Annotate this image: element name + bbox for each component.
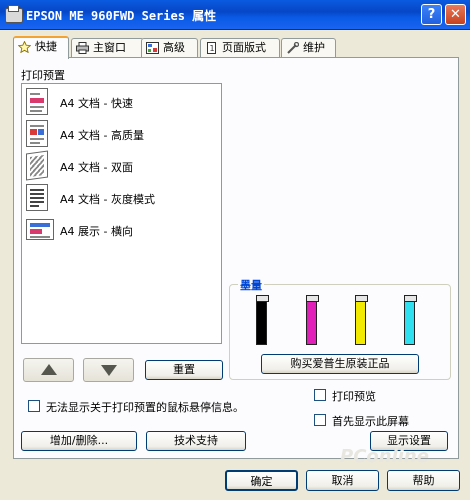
no-tooltip-checkbox[interactable] [28, 400, 40, 412]
preset-label: A4 展示 - 横向 [60, 225, 133, 238]
quick-tab-panel: 打印预置 A4 文档 - 快速 A4 文档 - 高质量 A4 文档 - 双面 A… [13, 57, 459, 459]
move-down-button[interactable] [83, 358, 134, 382]
tech-support-button[interactable]: 技术支持 [146, 431, 246, 451]
tab-page-layout[interactable]: 1 页面版式 [200, 38, 280, 58]
tab-quick-label: 快捷 [35, 40, 57, 53]
print-preview-label: 打印预览 [332, 390, 376, 403]
ink-cartridge-magenta [306, 295, 319, 345]
arrow-down-icon [100, 365, 117, 376]
show-first-label: 首先显示此屏幕 [332, 415, 409, 428]
page-layout-icon: 1 [207, 42, 216, 54]
presentation-landscape-icon [26, 219, 54, 240]
preset-list[interactable]: A4 文档 - 快速 A4 文档 - 高质量 A4 文档 - 双面 A4 文档 … [21, 83, 222, 344]
presets-label: 打印预置 [21, 69, 65, 82]
ink-levels-title: 墨量 [238, 277, 264, 293]
tab-main[interactable]: 主窗口 [71, 38, 144, 58]
preset-label: A4 文档 - 灰度模式 [60, 193, 155, 206]
arrow-up-icon [40, 364, 57, 375]
watermark-text: PConline [340, 446, 429, 467]
help-title-button[interactable]: ? [421, 4, 442, 25]
document-high-quality-icon [26, 120, 48, 147]
ink-levels-group: 墨量 购买爱普生原装正品 [229, 277, 451, 380]
move-up-button[interactable] [23, 358, 74, 382]
ink-cartridge-black [256, 295, 269, 345]
tab-main-label: 主窗口 [93, 41, 126, 54]
ink-cartridge-yellow [355, 295, 368, 345]
list-item[interactable]: A4 文档 - 快速 [26, 88, 216, 116]
list-item[interactable]: A4 文档 - 双面 [26, 150, 216, 181]
document-fast-icon [26, 88, 48, 115]
list-item[interactable]: A4 文档 - 灰度模式 [26, 184, 216, 212]
buy-genuine-supplies-button[interactable]: 购买爱普生原装正品 [261, 354, 419, 374]
tab-advanced-label: 高级 [163, 41, 185, 54]
tab-maintenance-label: 维护 [303, 41, 325, 54]
star-icon [18, 41, 31, 53]
close-button[interactable]: ✕ [445, 4, 466, 25]
list-item[interactable]: A4 文档 - 高质量 [26, 120, 216, 148]
ok-button[interactable]: 确定 [225, 470, 298, 491]
show-first-checkbox[interactable] [314, 414, 326, 426]
tab-advanced[interactable]: 高级 [141, 38, 198, 58]
preset-label: A4 文档 - 双面 [60, 161, 133, 174]
window-title: EPSON ME 960FWD Series 属性 [26, 9, 217, 23]
wrench-icon [287, 42, 299, 54]
cancel-button[interactable]: 取消 [306, 470, 379, 491]
list-item[interactable]: A4 展示 - 横向 [26, 216, 216, 244]
svg-text:1: 1 [210, 44, 215, 53]
no-tooltip-label: 无法显示关于打印预置的鼠标悬停信息。 [46, 401, 244, 414]
ink-cartridge-cyan [404, 295, 417, 345]
document-grayscale-icon [26, 184, 48, 211]
tab-page-layout-label: 页面版式 [222, 41, 266, 54]
printer-icon [76, 42, 89, 54]
preset-label: A4 文档 - 高质量 [60, 129, 144, 142]
printer-icon [5, 5, 23, 23]
reset-button[interactable]: 重置 [145, 360, 223, 380]
tab-maintenance[interactable]: 维护 [281, 38, 336, 58]
add-remove-button[interactable]: 增加/删除... [21, 431, 137, 451]
help-button[interactable]: 帮助 [387, 470, 460, 491]
settings-icon [146, 42, 159, 54]
document-duplex-icon [26, 150, 48, 181]
title-bar: EPSON ME 960FWD Series 属性 ? ✕ [0, 0, 470, 30]
preset-label: A4 文档 - 快速 [60, 97, 133, 110]
print-preview-checkbox[interactable] [314, 389, 326, 401]
tab-quick[interactable]: 快捷 [13, 36, 69, 59]
